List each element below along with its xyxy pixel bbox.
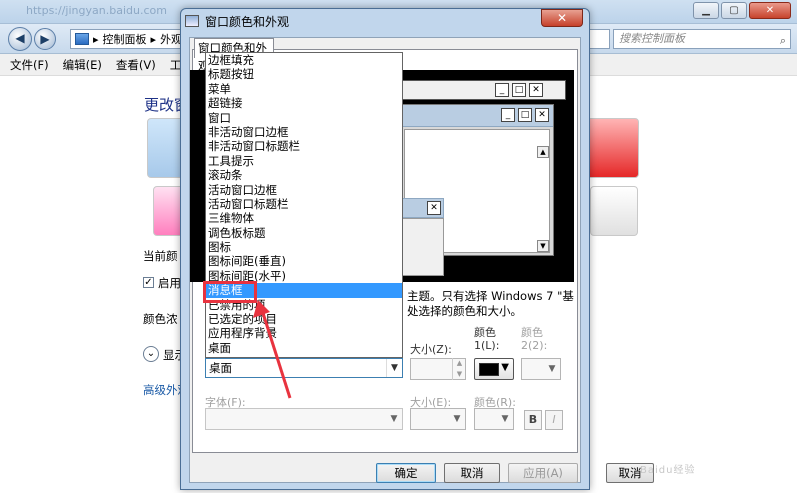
- search-icon[interactable]: ⌕: [780, 32, 786, 50]
- item-select[interactable]: 桌面 ▼: [205, 358, 403, 378]
- font-select[interactable]: ▼: [205, 408, 403, 430]
- scroll-up-icon: ▲: [537, 146, 549, 158]
- color1-label: 颜色 1(L):: [474, 326, 500, 352]
- address-sep: ▸: [93, 32, 99, 46]
- enable-checkbox[interactable]: ✓: [143, 277, 154, 288]
- color2-picker[interactable]: ▼: [521, 358, 561, 380]
- menu-file[interactable]: 文件(F): [10, 57, 49, 73]
- dialog-close-button[interactable]: ✕: [541, 9, 583, 27]
- dropdown-option[interactable]: 应用程序背景: [206, 326, 402, 340]
- bold-button[interactable]: B: [524, 410, 542, 430]
- minimize-icon: _: [495, 83, 509, 97]
- scroll-down-icon: ▼: [537, 240, 549, 252]
- font-size-select[interactable]: ▼: [410, 408, 466, 430]
- font-color-picker[interactable]: ▼: [474, 408, 514, 430]
- preview-message-box: [402, 218, 444, 276]
- menu-edit[interactable]: 编辑(E): [63, 57, 102, 73]
- size-label: 大小(Z):: [410, 343, 452, 356]
- dropdown-option[interactable]: 活动窗口标题栏: [206, 197, 402, 211]
- window-close-icon: ✕: [535, 108, 549, 122]
- back-icon[interactable]: ◀: [8, 27, 32, 51]
- dropdown-option[interactable]: 三维物体: [206, 211, 402, 225]
- dropdown-option[interactable]: 菜单: [206, 82, 402, 96]
- search-placeholder: 搜索控制面板: [619, 32, 685, 45]
- dropdown-option[interactable]: 窗口: [206, 111, 402, 125]
- dropdown-arrow-icon: ▼: [548, 364, 556, 374]
- forward-icon[interactable]: ▶: [34, 28, 56, 50]
- window-close-icon: ✕: [427, 201, 441, 215]
- dropdown-option[interactable]: 边框填充: [206, 53, 402, 67]
- cancel-button[interactable]: 取消: [444, 463, 500, 483]
- color-swatch-red[interactable]: [585, 118, 639, 178]
- highlight-annotation: [203, 281, 257, 303]
- address-crumb-control-panel[interactable]: 控制面板: [103, 31, 147, 47]
- dropdown-option[interactable]: 工具提示: [206, 154, 402, 168]
- dropdown-option[interactable]: 已选定的项目: [206, 312, 402, 326]
- control-panel-icon: [75, 33, 89, 45]
- watermark: Baidu经验: [640, 465, 696, 476]
- color1-picker[interactable]: ▼: [474, 358, 514, 380]
- address-sep: ▸: [150, 32, 157, 46]
- dropdown-arrow-icon: ▼: [501, 414, 509, 424]
- maximize-icon: □: [518, 108, 532, 122]
- window-caption-buttons: ▁ ▢ ✕: [693, 2, 791, 19]
- dropdown-option[interactable]: 调色板标题: [206, 226, 402, 240]
- window-close-icon: ✕: [529, 83, 543, 97]
- italic-button[interactable]: I: [545, 410, 563, 430]
- dropdown-option[interactable]: 桌面: [206, 341, 402, 355]
- dropdown-arrow-icon[interactable]: ▼: [386, 359, 402, 377]
- preview-inactive-window: _ □ ✕: [400, 80, 566, 100]
- dialog-title: 窗口颜色和外观: [205, 14, 290, 29]
- dropdown-option[interactable]: 非活动窗口边框: [206, 125, 402, 139]
- preview-message-box-title: ✕: [402, 198, 444, 218]
- info-text: 主题。只有选择 Windows 7 "基处选择的颜色和大小。: [407, 289, 574, 318]
- dialog-titlebar: 窗口颜色和外观: [185, 11, 289, 31]
- preview-active-titlebar: _ □ ✕: [401, 105, 553, 127]
- dialog-icon: [185, 15, 199, 27]
- dropdown-option[interactable]: 超链接: [206, 96, 402, 110]
- enable-label: 启用: [158, 276, 181, 290]
- minimize-icon: _: [501, 108, 515, 122]
- address-crumb-appearance[interactable]: 外观: [160, 31, 182, 47]
- item-dropdown-list: 边框填充 标题按钮 菜单 超链接 窗口 非活动窗口边框 非活动窗口标题栏 工具提示 滚动条 活动窗…: [205, 52, 403, 358]
- dropdown-arrow-icon: ▼: [501, 362, 509, 373]
- current-color-label: 当前颜: [143, 249, 178, 263]
- dropdown-option[interactable]: 滚动条: [206, 168, 402, 182]
- dropdown-option[interactable]: 图标: [206, 240, 402, 254]
- intensity-label: 颜色浓: [143, 312, 178, 326]
- search-input[interactable]: 搜索控制面板 ⌕: [613, 29, 791, 49]
- dropdown-arrow-icon: ▼: [390, 414, 398, 424]
- menu-view[interactable]: 查看(V): [116, 57, 156, 73]
- dropdown-arrow-icon: ▼: [453, 414, 461, 424]
- dropdown-option[interactable]: 非活动窗口标题栏: [206, 139, 402, 153]
- size-spinner[interactable]: ▲ ▼: [452, 358, 466, 380]
- maximize-icon: □: [512, 83, 526, 97]
- color1-swatch: [479, 363, 499, 376]
- ok-button[interactable]: 确定: [376, 463, 436, 483]
- titlebar-ghost: https://jingyan.baidu.com: [26, 4, 167, 17]
- color2-label: 颜色 2(2):: [521, 326, 548, 352]
- apply-button[interactable]: 应用(A): [508, 463, 578, 483]
- minimize-button[interactable]: ▁: [693, 2, 719, 19]
- maximize-button[interactable]: ▢: [721, 2, 747, 19]
- dropdown-option[interactable]: 活动窗口边框: [206, 183, 402, 197]
- close-button[interactable]: ✕: [749, 2, 791, 19]
- item-select-value: 桌面: [209, 361, 232, 375]
- dropdown-option[interactable]: 图标间距(垂直): [206, 254, 402, 268]
- chevron-down-icon[interactable]: ⌄: [143, 346, 159, 362]
- color-swatch-white[interactable]: [590, 186, 638, 236]
- dropdown-option[interactable]: 标题按钮: [206, 67, 402, 81]
